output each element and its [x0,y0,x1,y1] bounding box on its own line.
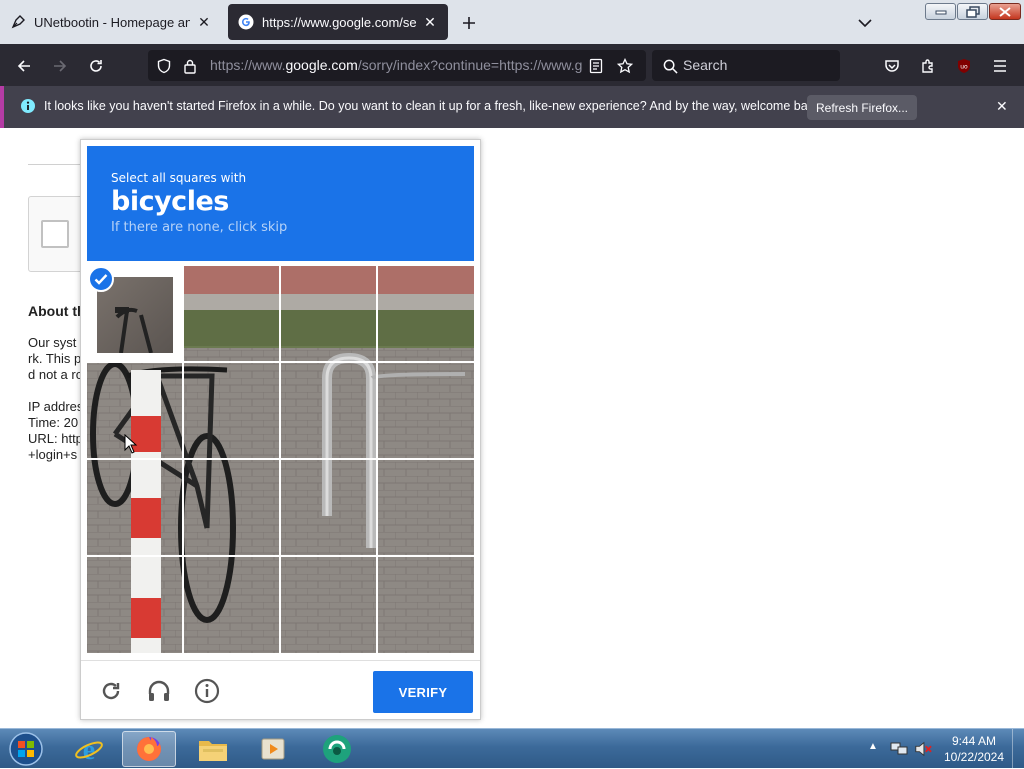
captcha-hint: If there are none, click skip [111,220,288,235]
close-window-button[interactable] [989,3,1021,20]
clock-time[interactable]: 9:44 AM [944,734,1004,748]
captcha-tile[interactable] [281,557,377,653]
internet-explorer-icon[interactable]: e [62,731,116,767]
url-text[interactable]: https://www.google.com/sorry/index?conti… [210,57,582,73]
svg-text:e: e [83,735,95,764]
search-icon [660,56,680,76]
refresh-firefox-button[interactable]: Refresh Firefox... [807,95,917,120]
info-icon[interactable] [193,677,221,705]
body-text-line: d not a ro [28,367,83,382]
extensions-puzzle-icon[interactable] [914,52,942,80]
captcha-instructions: Select all squares with bicycles If ther… [87,146,474,261]
captcha-tile[interactable] [378,266,474,362]
headphones-icon[interactable] [145,677,173,705]
svg-text:uo: uo [960,64,968,71]
ip-address-line: IP addres [28,399,84,414]
captcha-tile[interactable] [184,557,280,653]
minimize-button[interactable] [925,3,956,20]
clock-date[interactable]: 10/22/2024 [940,750,1008,764]
forward-button[interactable] [46,52,74,80]
new-tab-button[interactable] [458,12,480,34]
search-bar[interactable]: Search [652,50,840,81]
captcha-tile[interactable] [184,460,280,556]
captcha-tile[interactable] [281,460,377,556]
verify-button[interactable]: VERIFY [373,671,473,713]
captcha-tile[interactable] [378,363,474,459]
url-line-continued: +login+s [28,447,78,462]
selected-checkmark-icon [88,266,114,292]
captcha-tile[interactable] [281,266,377,362]
google-g-icon [238,14,254,30]
start-button[interactable] [6,731,46,767]
captcha-tile[interactable] [87,557,183,653]
refresh-notification-bar: It looks like you haven't started Firefo… [0,86,1024,128]
url-bar[interactable]: https://www.google.com/sorry/index?conti… [148,50,646,81]
url-prefix: https://www. [210,57,286,73]
captcha-footer: VERIFY [81,660,480,720]
tab-strip: UNetbootin - Homepage and D ✕ https://ww… [0,0,1024,44]
captcha-keyword: bicycles [111,186,229,217]
url-path: /sorry/index?continue=https://www.g [357,57,582,73]
captcha-tile[interactable] [184,266,280,362]
reader-view-icon[interactable] [586,56,606,76]
tracking-protection-icon[interactable] [154,56,174,76]
captcha-tile[interactable] [184,363,280,459]
tab-close-icon[interactable]: ✕ [196,14,212,30]
file-explorer-icon[interactable] [186,731,240,767]
captcha-challenge-dialog: Select all squares with bicycles If ther… [80,139,481,720]
list-all-tabs-button[interactable] [854,12,876,34]
close-notification-icon[interactable]: ✕ [996,98,1008,115]
ublock-origin-icon[interactable]: uo [950,52,978,80]
network-icon[interactable] [890,740,908,758]
notification-message: It looks like you haven't started Firefo… [44,99,824,113]
windows-taskbar: e ▲ 9:44 AM 10/22/2024 [0,728,1024,769]
captcha-tile[interactable] [87,460,183,556]
tab-title: https://www.google.com/search [262,14,416,30]
body-text-line: Our syst [28,335,77,350]
volume-muted-icon[interactable] [914,740,932,758]
media-player-icon[interactable] [246,731,300,767]
captcha-tile-selected[interactable] [87,266,183,362]
captcha-image-grid [87,266,474,653]
url-domain: google.com [285,57,358,73]
tab-unetbootin[interactable]: UNetbootin - Homepage and D ✕ [0,4,222,40]
url-line: URL: http [28,431,83,446]
reload-icon[interactable] [97,677,125,705]
tab-close-icon[interactable]: ✕ [422,14,438,30]
show-hidden-icons-button[interactable]: ▲ [868,741,878,752]
time-line: Time: 20 [28,415,79,430]
show-desktop-button[interactable] [1012,729,1024,769]
captcha-instruction-text: Select all squares with [111,171,247,185]
recaptcha-checkbox[interactable] [41,220,69,248]
info-icon [20,98,36,119]
back-button[interactable] [10,52,38,80]
captcha-tile[interactable] [378,460,474,556]
divider [28,164,88,165]
pen-nib-icon [10,14,26,30]
pocket-icon[interactable] [878,52,906,80]
unetbootin-taskbar-icon[interactable] [310,731,364,767]
search-placeholder: Search [683,57,728,73]
captcha-tile[interactable] [281,363,377,459]
menu-hamburger-icon[interactable] [986,52,1014,80]
tab-google-sorry[interactable]: https://www.google.com/search ✕ [228,4,448,40]
restore-button[interactable] [957,3,988,20]
mouse-cursor-icon [124,433,138,454]
captcha-tile[interactable] [378,557,474,653]
reload-button[interactable] [82,52,110,80]
tab-title: UNetbootin - Homepage and D [34,14,190,30]
bookmark-star-icon[interactable] [615,56,635,76]
body-text-line: rk. This p [28,351,82,366]
about-heading: About th [28,303,86,319]
lock-icon[interactable] [180,56,200,76]
firefox-taskbar-icon[interactable] [122,731,176,767]
navigation-toolbar: https://www.google.com/sorry/index?conti… [0,44,1024,86]
